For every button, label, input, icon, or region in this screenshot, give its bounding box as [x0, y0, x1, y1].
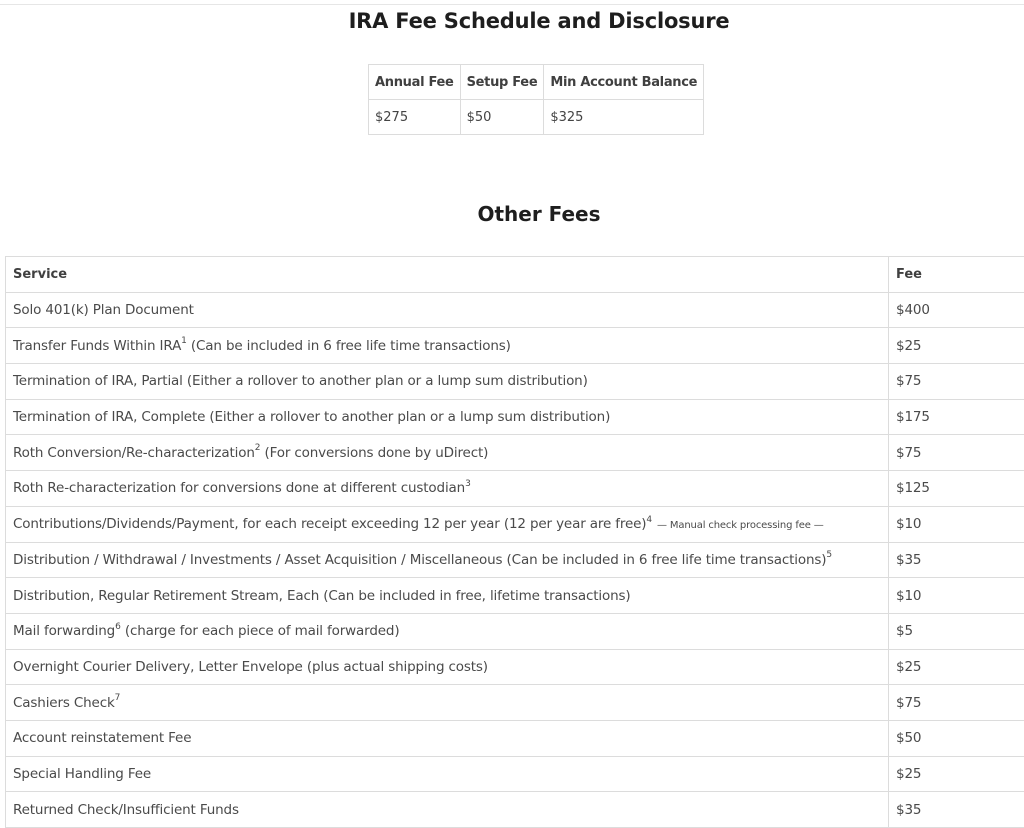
service-column-header: Service: [6, 257, 889, 293]
service-cell: Roth Conversion/Re-characterization2 (Fo…: [6, 435, 889, 471]
annual-fee-value: $275: [369, 100, 461, 135]
footnote-marker: 2: [255, 443, 261, 453]
fee-cell: $25: [889, 756, 1024, 792]
service-text: Distribution, Regular Retirement Stream,…: [13, 588, 631, 604]
table-row: Contributions/Dividends/Payment, for eac…: [6, 506, 1024, 542]
fee-cell: $75: [889, 364, 1024, 400]
page-title: IRA Fee Schedule and Disclosure: [0, 6, 1024, 36]
service-cell: Distribution, Regular Retirement Stream,…: [6, 578, 889, 614]
service-cell: Termination of IRA, Complete (Either a r…: [6, 399, 889, 435]
footnote-marker: 4: [646, 515, 652, 525]
service-text: Contributions/Dividends/Payment, for eac…: [13, 516, 646, 532]
table-row: Account reinstatement Fee $50: [6, 720, 1024, 756]
fee-cell: $125: [889, 471, 1024, 507]
other-fees-header-row: Service Fee: [6, 257, 1024, 293]
service-cell: Contributions/Dividends/Payment, for eac…: [6, 506, 889, 542]
summary-value-row: $275 $50 $325: [369, 100, 704, 135]
service-text: Returned Check/Insufficient Funds: [13, 802, 239, 818]
other-fees-table: Service Fee Solo 401(k) Plan Document $40…: [5, 256, 1024, 828]
fee-cell: $75: [889, 685, 1024, 721]
table-row: Termination of IRA, Partial (Either a ro…: [6, 364, 1024, 400]
fee-cell: $10: [889, 506, 1024, 542]
service-text: Roth Re-characterization for conversions…: [13, 480, 465, 496]
table-row: Transfer Funds Within IRA1 (Can be inclu…: [6, 328, 1024, 364]
footnote-marker: 6: [115, 622, 121, 632]
footnote-marker: 1: [181, 336, 187, 346]
min-balance-header: Min Account Balance: [544, 65, 704, 100]
fee-cell: $5: [889, 613, 1024, 649]
service-text: Special Handling Fee: [13, 766, 151, 782]
fee-cell: $50: [889, 720, 1024, 756]
annual-fee-header: Annual Fee: [369, 65, 461, 100]
table-row: Termination of IRA, Complete (Either a r…: [6, 399, 1024, 435]
fee-cell: $175: [889, 399, 1024, 435]
other-fees-title: Other Fees: [0, 200, 1024, 228]
footnote-marker: 5: [826, 550, 832, 560]
table-row: Solo 401(k) Plan Document $400: [6, 292, 1024, 328]
other-fees-body: Solo 401(k) Plan Document$400Transfer Fu…: [6, 292, 1024, 827]
summary-header-row: Annual Fee Setup Fee Min Account Balance: [369, 65, 704, 100]
service-cell: Account reinstatement Fee: [6, 720, 889, 756]
table-row: Roth Conversion/Re-characterization2 (Fo…: [6, 435, 1024, 471]
fee-cell: $25: [889, 328, 1024, 364]
table-row: Distribution / Withdrawal / Investments …: [6, 542, 1024, 578]
service-text: Distribution / Withdrawal / Investments …: [13, 552, 826, 568]
footnote-marker: 7: [115, 693, 121, 703]
service-text: Cashiers Check: [13, 695, 115, 711]
table-row: Distribution, Regular Retirement Stream,…: [6, 578, 1024, 614]
fee-column-header: Fee: [889, 257, 1024, 293]
service-text: Solo 401(k) Plan Document: [13, 302, 194, 318]
service-text: Account reinstatement Fee: [13, 730, 191, 746]
fee-cell: $400: [889, 292, 1024, 328]
fee-cell: $35: [889, 792, 1024, 828]
service-cell: Special Handling Fee: [6, 756, 889, 792]
footnote-marker: 3: [465, 479, 471, 489]
table-row: Cashiers Check7$75: [6, 685, 1024, 721]
service-cell: Distribution / Withdrawal / Investments …: [6, 542, 889, 578]
service-cell: Returned Check/Insufficient Funds: [6, 792, 889, 828]
fee-cell: $25: [889, 649, 1024, 685]
service-cell: Roth Re-characterization for conversions…: [6, 471, 889, 507]
min-balance-value: $325: [544, 100, 704, 135]
service-text: Mail forwarding: [13, 623, 115, 639]
service-text: Transfer Funds Within IRA: [13, 338, 181, 354]
service-cell: Termination of IRA, Partial (Either a ro…: [6, 364, 889, 400]
fee-cell: $10: [889, 578, 1024, 614]
service-cell: Mail forwarding6 (charge for each piece …: [6, 613, 889, 649]
service-text: Termination of IRA, Complete (Either a r…: [13, 409, 610, 425]
service-cell: Overnight Courier Delivery, Letter Envel…: [6, 649, 889, 685]
setup-fee-header: Setup Fee: [460, 65, 544, 100]
table-row: Roth Re-characterization for conversions…: [6, 471, 1024, 507]
summary-fee-table: Annual Fee Setup Fee Min Account Balance…: [368, 64, 704, 135]
table-row: Special Handling Fee $25: [6, 756, 1024, 792]
fee-cell: $35: [889, 542, 1024, 578]
service-cell: Cashiers Check7: [6, 685, 889, 721]
service-detail: (charge for each piece of mail forwarded…: [121, 623, 400, 639]
setup-fee-value: $50: [460, 100, 544, 135]
service-cell: Transfer Funds Within IRA1 (Can be inclu…: [6, 328, 889, 364]
table-row: Mail forwarding6 (charge for each piece …: [6, 613, 1024, 649]
top-divider: [0, 4, 1024, 5]
service-text: Termination of IRA, Partial (Either a ro…: [13, 373, 588, 389]
table-row: Overnight Courier Delivery, Letter Envel…: [6, 649, 1024, 685]
service-cell: Solo 401(k) Plan Document: [6, 292, 889, 328]
table-row: Returned Check/Insufficient Funds $35: [6, 792, 1024, 828]
fee-cell: $75: [889, 435, 1024, 471]
service-detail: (For conversions done by uDirect): [260, 445, 488, 461]
service-note: — Manual check processing fee —: [654, 520, 824, 531]
service-text: Overnight Courier Delivery, Letter Envel…: [13, 659, 488, 675]
service-detail: (Can be included in 6 free life time tra…: [187, 338, 511, 354]
service-text: Roth Conversion/Re-characterization: [13, 445, 255, 461]
